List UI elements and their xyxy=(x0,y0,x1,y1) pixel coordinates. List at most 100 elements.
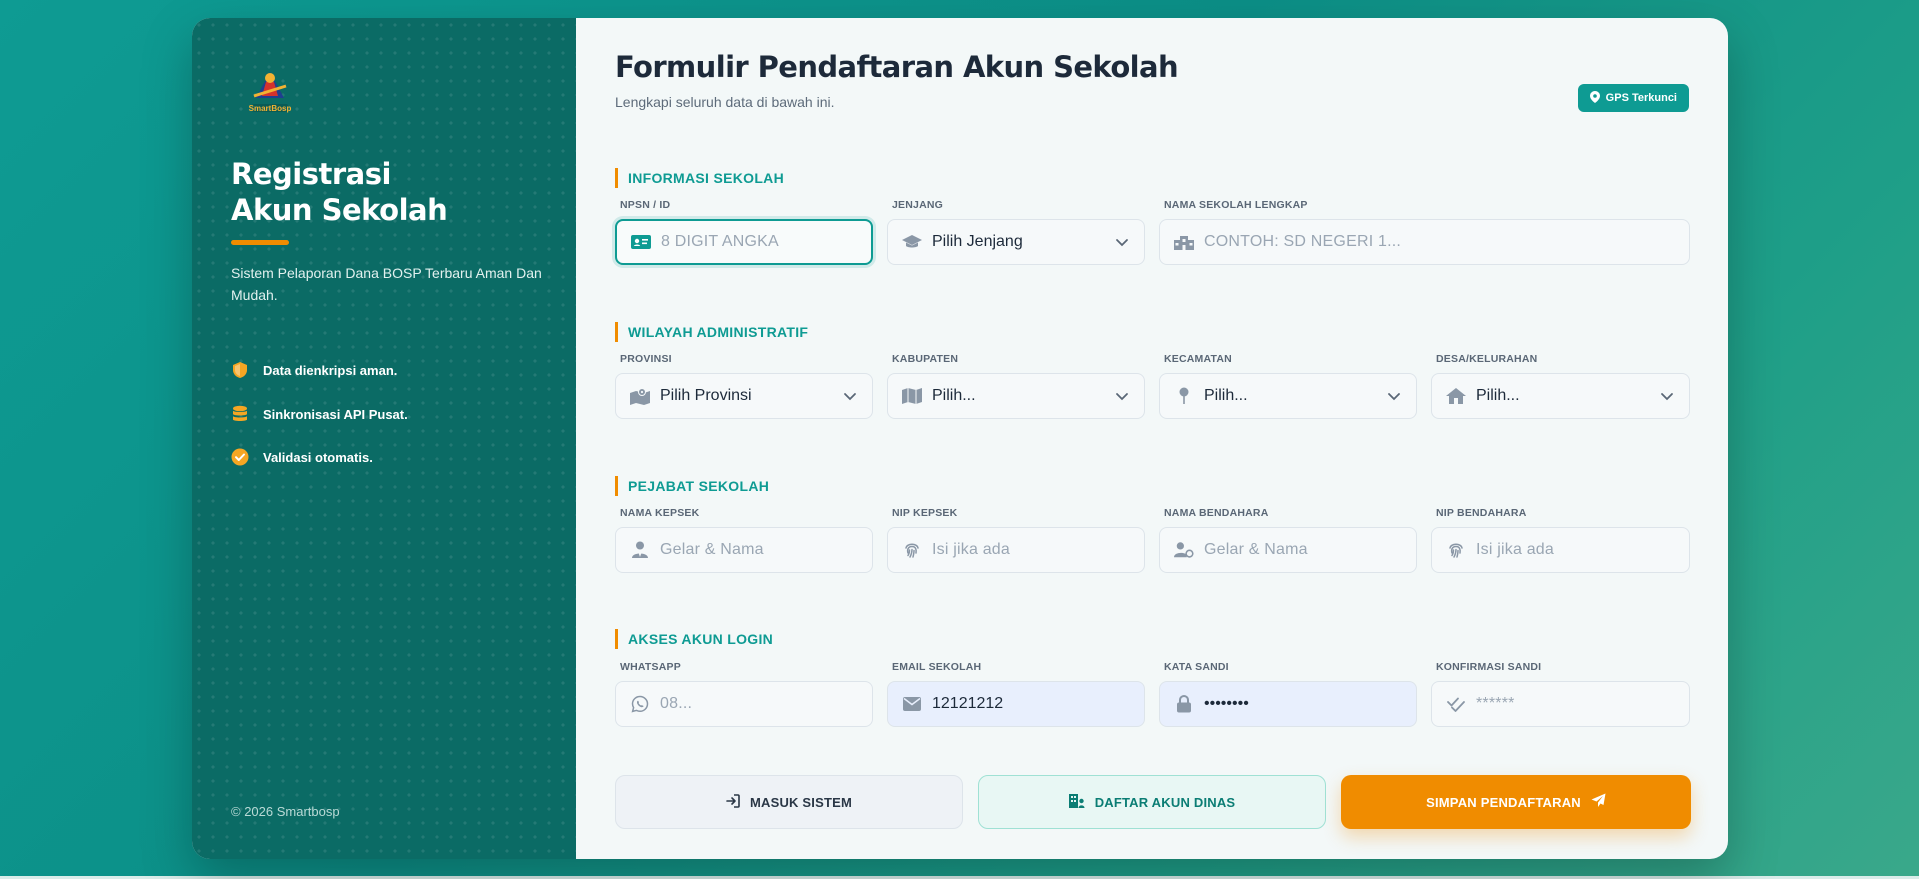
field-label: KECAMATAN xyxy=(1164,353,1232,365)
field-npsn: NPSN / ID 8 DIGIT ANGKA xyxy=(615,198,873,265)
field-whatsapp: WHATSAPP 08... xyxy=(615,660,873,727)
graduation-cap-icon xyxy=(902,232,922,252)
gps-badge-label: GPS Terkunci xyxy=(1605,92,1677,104)
field-password: KATA SANDI •••••••• xyxy=(1159,660,1417,727)
field-label: WHATSAPP xyxy=(620,661,681,673)
chevron-down-icon xyxy=(1386,388,1402,404)
save-registration-button-label: SIMPAN PENDAFTARAN xyxy=(1426,794,1581,810)
nama-sekolah-placeholder: CONTOH: SD NEGERI 1... xyxy=(1204,233,1402,250)
field-label: KONFIRMASI SANDI xyxy=(1436,661,1542,673)
jenjang-selected-value: Pilih Jenjang xyxy=(932,233,1023,250)
field-kecamatan: KECAMATAN Pilih... xyxy=(1159,352,1417,419)
whatsapp-placeholder: 08... xyxy=(660,695,693,712)
chevron-down-icon xyxy=(842,388,858,404)
double-check-icon xyxy=(1446,694,1466,714)
fingerprint-icon xyxy=(1446,540,1466,560)
nip-bendahara-placeholder: Isi jika ada xyxy=(1476,541,1554,558)
field-nama-kepsek: NAMA KEPSEK Gelar & Nama xyxy=(615,506,873,573)
title-accent-bar xyxy=(231,240,289,245)
user-coin-icon xyxy=(1174,540,1194,560)
feature-validation: Validasi otomatis. xyxy=(231,448,373,466)
password-input[interactable]: •••••••• xyxy=(1159,681,1417,727)
registration-form: Formulir Pendaftaran Akun Sekolah Lengka… xyxy=(576,18,1728,859)
kecamatan-select[interactable]: Pilih... xyxy=(1159,373,1417,419)
email-input[interactable]: 12121212 xyxy=(887,681,1145,727)
field-kabupaten: KABUPATEN Pilih... xyxy=(887,352,1145,419)
login-button[interactable]: MASUK SISTEM xyxy=(615,775,963,829)
feature-label: Sinkronisasi API Pusat. xyxy=(263,406,408,422)
smartbosp-logo: SmartBosp xyxy=(240,68,300,120)
section-school-info: INFORMASI SEKOLAH xyxy=(615,168,784,188)
check-circle-icon xyxy=(231,448,249,466)
chevron-down-icon xyxy=(1659,388,1675,404)
field-nama-sekolah: NAMA SEKOLAH LENGKAP CONTOH: SD NEGERI 1… xyxy=(1159,198,1690,265)
copyright-footer: © 2026 Smartbosp xyxy=(231,804,340,819)
section-region: WILAYAH ADMINISTRATIF xyxy=(615,322,808,342)
database-icon xyxy=(231,405,249,423)
field-label: KABUPATEN xyxy=(892,353,959,365)
registration-card: SmartBosp Registrasi Akun Sekolah Sistem… xyxy=(192,18,1728,859)
user-tie-icon xyxy=(630,540,650,560)
location-pin-icon xyxy=(1589,90,1600,106)
nip-kepsek-placeholder: Isi jika ada xyxy=(932,541,1010,558)
password-value: •••••••• xyxy=(1204,695,1249,712)
lock-icon xyxy=(1174,694,1194,714)
confirm-password-placeholder: ****** xyxy=(1476,695,1515,712)
field-label: JENJANG xyxy=(892,199,943,211)
paper-plane-icon xyxy=(1591,793,1606,811)
email-value: 12121212 xyxy=(932,695,1004,712)
field-label: NPSN / ID xyxy=(620,199,671,211)
feature-label: Validasi otomatis. xyxy=(263,449,373,465)
house-icon xyxy=(1446,386,1466,406)
whatsapp-input[interactable]: 08... xyxy=(615,681,873,727)
nip-bendahara-input[interactable]: Isi jika ada xyxy=(1431,527,1690,573)
field-label: KATA SANDI xyxy=(1164,661,1229,673)
section-officials: PEJABAT SEKOLAH xyxy=(615,476,769,496)
field-confirm-password: KONFIRMASI SANDI ****** xyxy=(1431,660,1690,727)
map-icon xyxy=(902,386,922,406)
desa-select[interactable]: Pilih... xyxy=(1431,373,1690,419)
chevron-down-icon xyxy=(1114,234,1130,250)
jenjang-select[interactable]: Pilih Jenjang xyxy=(887,219,1145,265)
field-label: DESA/KELURAHAN xyxy=(1436,353,1538,365)
field-label: NAMA SEKOLAH LENGKAP xyxy=(1164,199,1308,211)
envelope-icon xyxy=(902,694,922,714)
provinsi-select[interactable]: Pilih Provinsi xyxy=(615,373,873,419)
side-title: Registrasi Akun Sekolah xyxy=(231,156,551,228)
field-label: EMAIL SEKOLAH xyxy=(892,661,982,673)
fingerprint-icon xyxy=(902,540,922,560)
field-nama-bendahara: NAMA BENDAHARA Gelar & Nama xyxy=(1159,506,1417,573)
kabupaten-select[interactable]: Pilih... xyxy=(887,373,1145,419)
field-label: PROVINSI xyxy=(620,353,672,365)
chevron-down-icon xyxy=(1114,388,1130,404)
field-provinsi: PROVINSI Pilih Provinsi xyxy=(615,352,873,419)
desa-selected-value: Pilih... xyxy=(1476,387,1520,404)
nama-bendahara-input[interactable]: Gelar & Nama xyxy=(1159,527,1417,573)
nama-kepsek-input[interactable]: Gelar & Nama xyxy=(615,527,873,573)
school-building-icon xyxy=(1174,232,1194,252)
field-label: NAMA KEPSEK xyxy=(620,507,700,519)
provinsi-selected-value: Pilih Provinsi xyxy=(660,387,752,404)
field-email: EMAIL SEKOLAH 12121212 xyxy=(887,660,1145,727)
npsn-input[interactable]: 8 DIGIT ANGKA xyxy=(615,219,873,265)
whatsapp-icon xyxy=(630,694,650,714)
field-desa: DESA/KELURAHAN Pilih... xyxy=(1431,352,1690,419)
id-card-icon xyxy=(631,232,651,252)
nip-kepsek-input[interactable]: Isi jika ada xyxy=(887,527,1145,573)
section-account: AKSES AKUN LOGIN xyxy=(615,629,773,649)
svg-text:SmartBosp: SmartBosp xyxy=(249,104,292,113)
page-title: Formulir Pendaftaran Akun Sekolah xyxy=(615,50,1179,84)
map-pin-icon xyxy=(1174,386,1194,406)
nama-kepsek-placeholder: Gelar & Nama xyxy=(660,541,764,558)
side-panel: SmartBosp Registrasi Akun Sekolah Sistem… xyxy=(192,18,576,859)
kecamatan-selected-value: Pilih... xyxy=(1204,387,1248,404)
sign-in-icon xyxy=(726,793,740,811)
nama-sekolah-input[interactable]: CONTOH: SD NEGERI 1... xyxy=(1159,219,1690,265)
save-registration-button[interactable]: SIMPAN PENDAFTARAN xyxy=(1341,775,1691,829)
confirm-password-input[interactable]: ****** xyxy=(1431,681,1690,727)
shield-icon xyxy=(231,361,249,379)
page-subtitle: Lengkapi seluruh data di bawah ini. xyxy=(615,94,835,110)
register-dinas-button[interactable]: DAFTAR AKUN DINAS xyxy=(978,775,1326,829)
gps-status-badge: GPS Terkunci xyxy=(1577,84,1689,112)
kabupaten-selected-value: Pilih... xyxy=(932,387,976,404)
